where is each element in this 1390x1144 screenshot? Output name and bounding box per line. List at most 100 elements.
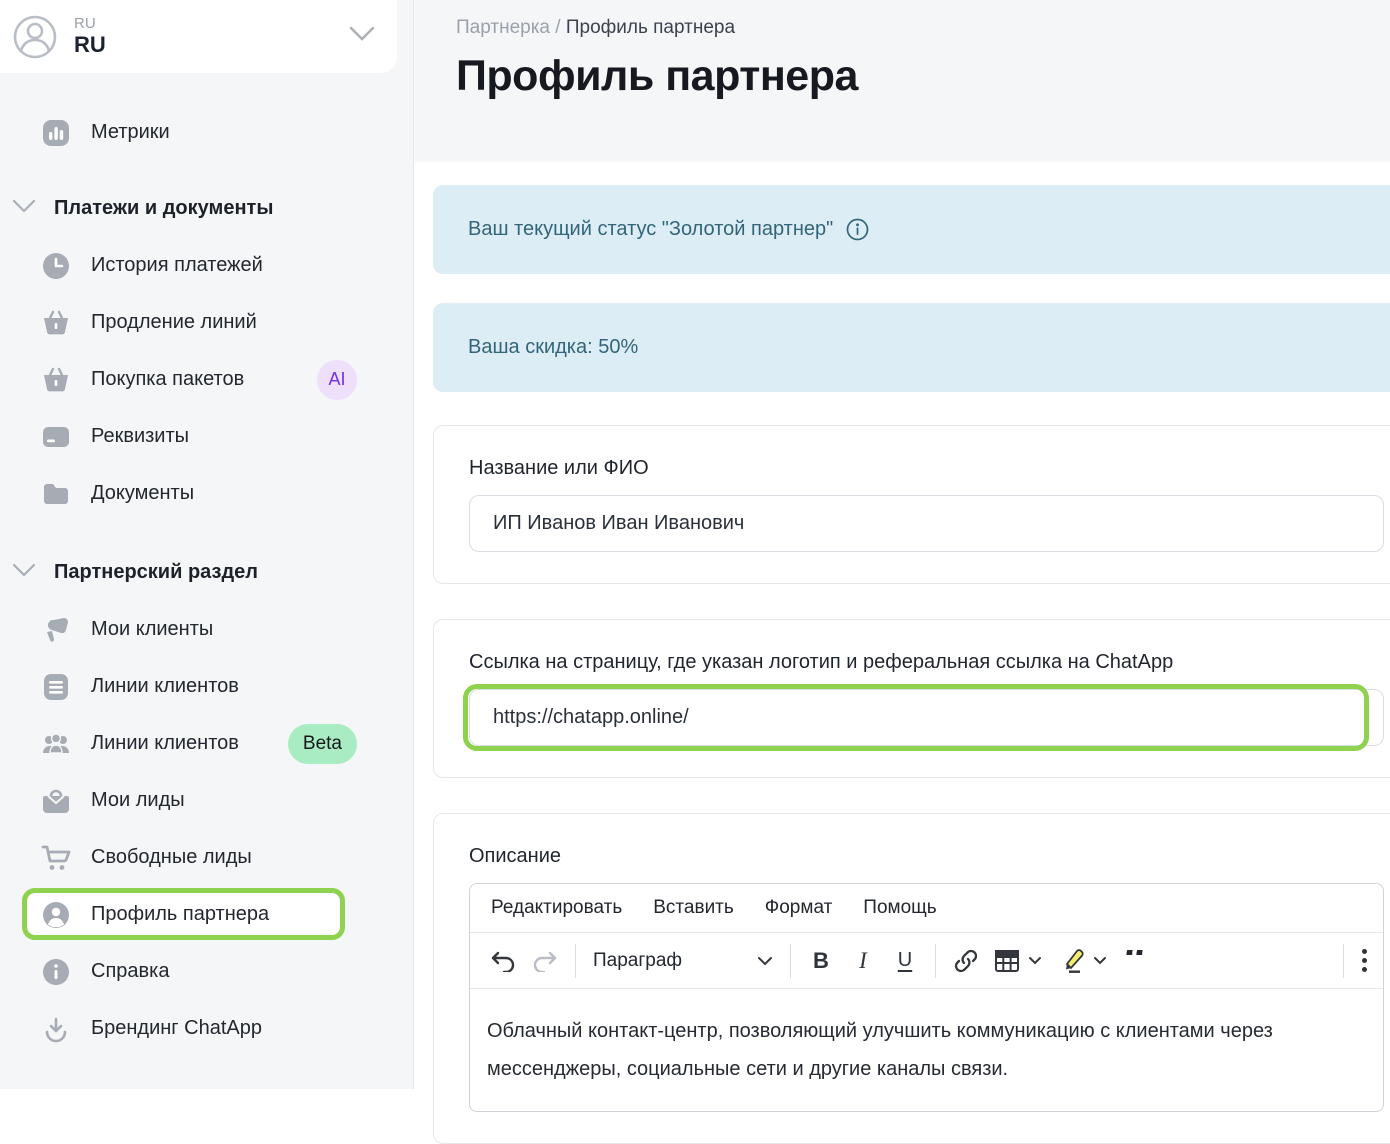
- status-banner: Ваш текущий статус "Золотой партнер": [433, 185, 1390, 274]
- sidebar-item-documents[interactable]: Документы: [0, 465, 413, 522]
- sidebar-item-label: Документы: [91, 482, 194, 505]
- chevron-down-icon: [349, 26, 375, 47]
- editor-toolbar: Параграф B I U: [470, 933, 1383, 989]
- sidebar-item-label: Справка: [91, 960, 169, 983]
- status-banner-text: Ваш текущий статус "Золотой партнер": [468, 218, 833, 241]
- toolbar-divider: [790, 944, 791, 978]
- folder-icon: [41, 479, 71, 509]
- highlight-button[interactable]: [1049, 941, 1115, 981]
- sidebar-item-label: Метрики: [91, 121, 170, 144]
- discount-banner-text: Ваша скидка: 50%: [468, 336, 638, 359]
- bar-chart-icon: [41, 118, 71, 148]
- bag-icon: [41, 786, 71, 816]
- sidebar-item-branding[interactable]: Брендинг ChatApp: [0, 1000, 413, 1057]
- sidebar-item-label: Линии клиентов: [91, 732, 239, 755]
- paragraph-style-label: Параграф: [593, 950, 682, 972]
- menu-edit[interactable]: Редактировать: [491, 897, 622, 919]
- description-card: Описание Редактировать Вставить Формат П…: [433, 813, 1390, 1144]
- sidebar-item-package-purchase[interactable]: Покупка пакетов AI: [0, 351, 413, 408]
- blockquote-button[interactable]: “: [1115, 950, 1157, 972]
- name-field-label: Название или ФИО: [469, 457, 1390, 480]
- chevron-down-icon: [12, 563, 36, 582]
- rich-text-editor: Редактировать Вставить Формат Помощь: [469, 883, 1384, 1112]
- beta-badge: Beta: [288, 724, 357, 764]
- kebab-icon: [1362, 949, 1367, 972]
- more-options-button[interactable]: [1329, 941, 1371, 981]
- user-name: RU: [74, 32, 106, 58]
- download-icon: [41, 1014, 71, 1044]
- avatar-icon: [12, 14, 58, 60]
- sidebar-item-label: Покупка пакетов: [91, 368, 244, 391]
- sidebar-section-partner[interactable]: Партнерский раздел: [0, 544, 413, 601]
- sidebar-item-partner-profile[interactable]: Профиль партнера: [0, 886, 413, 943]
- sidebar-item-my-leads[interactable]: Мои лиды: [0, 772, 413, 829]
- breadcrumb-parent[interactable]: Партнерка: [456, 17, 550, 38]
- editor-content[interactable]: Облачный контакт-центр, позволяющий улуч…: [470, 989, 1383, 1111]
- info-circle-icon[interactable]: [846, 218, 869, 241]
- sidebar-item-label: Свободные лиды: [91, 846, 252, 869]
- sidebar-item-payment-history[interactable]: История платежей: [0, 237, 413, 294]
- menu-help[interactable]: Помощь: [863, 897, 936, 919]
- sidebar-nav: Метрики Платежи и документы История плат…: [0, 73, 413, 1057]
- sidebar-item-label: Продление линий: [91, 311, 257, 334]
- ai-badge: AI: [317, 360, 357, 400]
- sidebar-item-label: Мои лиды: [91, 789, 185, 812]
- page-header: Партнерка / Профиль партнера Профиль пар…: [415, 0, 1390, 162]
- breadcrumb-separator: /: [550, 17, 566, 38]
- clock-icon: [41, 251, 71, 281]
- sidebar-item-label: История платежей: [91, 254, 263, 277]
- editor-menubar: Редактировать Вставить Формат Помощь: [470, 884, 1383, 933]
- discount-banner: Ваша скидка: 50%: [433, 303, 1390, 392]
- megaphone-icon: [41, 615, 71, 645]
- underline-button[interactable]: U: [884, 941, 926, 981]
- credit-card-icon: [41, 422, 71, 452]
- sidebar-item-label: Реквизиты: [91, 425, 189, 448]
- breadcrumb: Партнерка / Профиль партнера: [456, 0, 1390, 39]
- user-menu[interactable]: RU RU: [0, 0, 397, 73]
- section-title: Партнерский раздел: [54, 561, 258, 584]
- paragraph-style-dropdown[interactable]: Параграф: [585, 941, 781, 981]
- user-region: RU: [74, 15, 106, 32]
- table-button[interactable]: [987, 941, 1049, 981]
- name-card: Название или ФИО: [433, 425, 1390, 584]
- people-icon: [41, 729, 71, 759]
- menu-format[interactable]: Формат: [765, 897, 833, 919]
- toolbar-divider: [575, 944, 576, 978]
- toolbar-divider: [935, 944, 936, 978]
- sidebar-item-client-lines[interactable]: Линии клиентов: [0, 658, 413, 715]
- link-field-input[interactable]: [469, 689, 1384, 746]
- content-area: Ваш текущий статус "Золотой партнер" Ваш…: [415, 185, 1390, 1144]
- sidebar-item-label: Мои клиенты: [91, 618, 213, 641]
- menu-insert[interactable]: Вставить: [653, 897, 734, 919]
- sidebar-item-my-clients[interactable]: Мои клиенты: [0, 601, 413, 658]
- sidebar-item-label: Линии клиентов: [91, 675, 239, 698]
- redo-button[interactable]: [524, 941, 566, 981]
- page-title: Профиль партнера: [456, 52, 1390, 101]
- description-label: Описание: [469, 845, 1390, 868]
- sidebar-item-requisites[interactable]: Реквизиты: [0, 408, 413, 465]
- link-card: Ссылка на страницу, где указан логотип и…: [433, 619, 1390, 778]
- sidebar-item-metrics[interactable]: Метрики: [0, 104, 413, 161]
- sidebar-item-label: Брендинг ChatApp: [91, 1017, 262, 1040]
- name-field-input[interactable]: [469, 495, 1384, 552]
- chevron-down-icon: [12, 199, 36, 218]
- sidebar: RU RU Метрики: [0, 0, 414, 1089]
- sidebar-section-payments[interactable]: Платежи и документы: [0, 180, 413, 237]
- link-button[interactable]: [945, 941, 987, 981]
- sidebar-item-help[interactable]: Справка: [0, 943, 413, 1000]
- basket-icon: [41, 365, 71, 395]
- sidebar-item-free-leads[interactable]: Свободные лиды: [0, 829, 413, 886]
- main-content: Партнерка / Профиль партнера Профиль пар…: [415, 0, 1390, 1089]
- undo-button[interactable]: [482, 941, 524, 981]
- cart-icon: [41, 843, 71, 873]
- sidebar-item-label: Профиль партнера: [91, 903, 269, 926]
- section-title: Платежи и документы: [54, 197, 273, 220]
- toolbar-divider: [1343, 944, 1344, 978]
- breadcrumb-current: Профиль партнера: [566, 17, 735, 38]
- sidebar-item-line-renewal[interactable]: Продление линий: [0, 294, 413, 351]
- sidebar-item-client-lines-beta[interactable]: Линии клиентов Beta: [0, 715, 413, 772]
- person-circle-icon: [41, 900, 71, 930]
- bold-button[interactable]: B: [800, 941, 842, 981]
- info-icon: [41, 957, 71, 987]
- italic-button[interactable]: I: [842, 941, 884, 981]
